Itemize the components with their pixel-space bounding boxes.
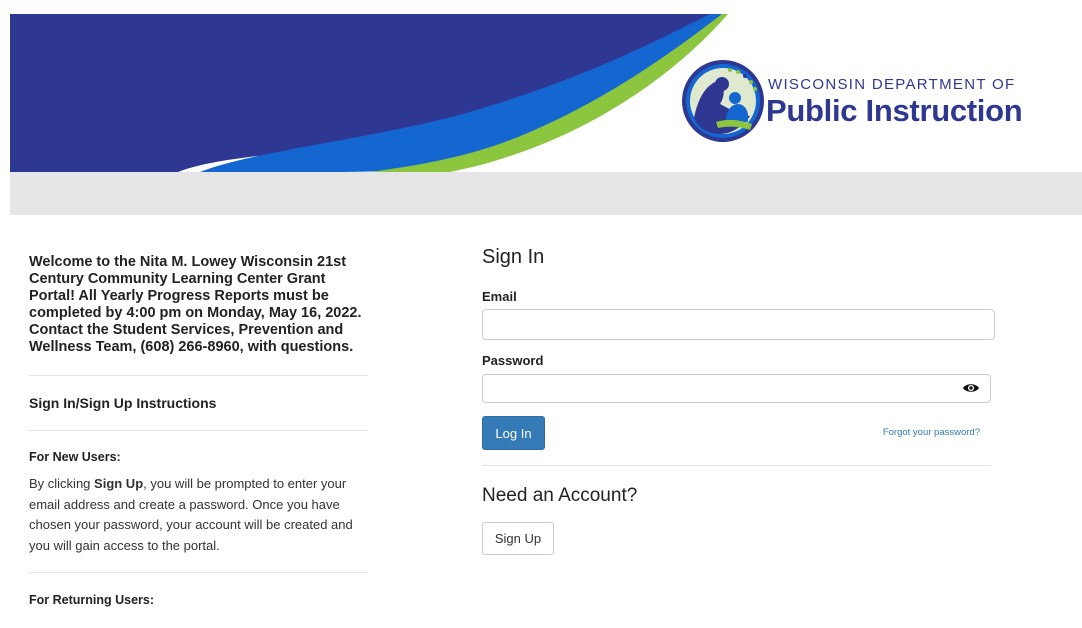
login-button[interactable]: Log In [482, 416, 545, 450]
dpi-seal-icon [682, 60, 764, 142]
email-field[interactable] [482, 309, 995, 340]
header-banner: WISCONSIN DEPARTMENT OF Public Instructi… [10, 14, 1082, 172]
new-users-text: By clicking Sign Up, you will be prompte… [29, 476, 353, 553]
instructions-column: Welcome to the Nita M. Lowey Wisconsin 2… [29, 254, 368, 607]
email-label: Email [482, 289, 517, 304]
returning-users-title: For Returning Users: [29, 593, 155, 607]
password-label: Password [482, 353, 544, 368]
dpi-logo: WISCONSIN DEPARTMENT OF Public Instructi… [680, 58, 1040, 148]
signin-title: Sign In [482, 246, 545, 268]
signup-button[interactable]: Sign Up [482, 522, 554, 555]
sign-up-emphasis: Sign Up [94, 476, 144, 491]
signin-panel: Sign In Email Password Log In Forgot you… [482, 246, 995, 555]
need-account-title: Need an Account? [482, 485, 638, 506]
welcome-message: Welcome to the Nita M. Lowey Wisconsin 2… [29, 254, 362, 355]
forgot-password-link[interactable]: Forgot your password? [883, 427, 980, 438]
password-field[interactable] [482, 374, 991, 403]
logo-org-line2: Public Instruction [766, 93, 1023, 128]
new-users-title: For New Users: [29, 450, 121, 464]
divider [482, 465, 991, 466]
logo-org-line1: WISCONSIN DEPARTMENT OF [768, 76, 1016, 93]
eye-icon[interactable] [962, 382, 980, 394]
instructions-title: Sign In/Sign Up Instructions [29, 395, 217, 411]
nav-bar [10, 172, 1082, 215]
